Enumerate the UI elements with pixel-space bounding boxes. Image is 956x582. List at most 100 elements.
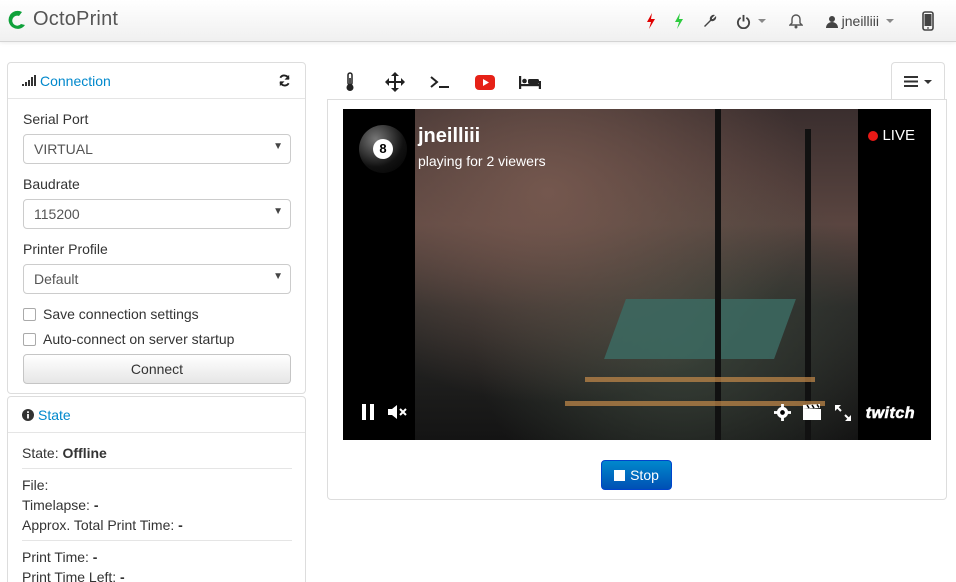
divider (22, 540, 292, 541)
save-settings-row[interactable]: Save connection settings (23, 306, 199, 322)
navbar: OctoPrint jneilliii (0, 0, 956, 42)
baudrate-select[interactable]: 115200 ▼ (23, 199, 291, 229)
pause-icon (362, 404, 374, 420)
settings-button[interactable] (693, 0, 727, 42)
pause-button[interactable] (361, 404, 375, 420)
power-red-indicator[interactable] (637, 0, 665, 42)
approx-time-label: Approx. Total Print Time: (22, 517, 175, 533)
baudrate-label: Baudrate (23, 176, 80, 192)
print-time-left-line: Print Time Left: - (22, 569, 125, 582)
timelapse-value: - (93, 497, 99, 513)
state-label: State: (22, 445, 59, 461)
printer-profile-label: Printer Profile (23, 241, 108, 257)
approx-time-line: Approx. Total Print Time: - (22, 517, 183, 533)
signal-icon (22, 75, 36, 86)
timelapse-label: Timelapse: (22, 497, 90, 513)
octoprint-logo-icon (8, 10, 25, 29)
printer-profile-select[interactable]: Default ▼ (23, 264, 291, 294)
fullscreen-button[interactable] (834, 404, 852, 422)
live-dot-icon (868, 130, 879, 141)
mute-button[interactable] (388, 404, 408, 420)
serial-port-label: Serial Port (23, 111, 89, 127)
system-menu[interactable] (727, 0, 775, 42)
serial-port-select[interactable]: VIRTUAL ▼ (23, 134, 291, 164)
brand[interactable]: OctoPrint (6, 8, 118, 31)
terminal-icon (430, 76, 449, 88)
refresh-icon[interactable] (278, 74, 291, 87)
chevron-down-icon (886, 19, 894, 23)
file-line: File: (22, 477, 48, 493)
state-header[interactable]: State (8, 397, 305, 433)
bolt-green-icon (674, 13, 683, 29)
dropdown-arrow-icon: ▼ (273, 141, 283, 152)
stop-stream-button[interactable]: Stop (601, 460, 672, 490)
print-time-label: Print Time: (22, 549, 89, 565)
tab-terminal[interactable] (418, 65, 462, 99)
tab-overflow-menu[interactable] (891, 62, 945, 100)
approx-time-value: - (178, 517, 183, 533)
state-value: Offline (62, 445, 107, 461)
save-settings-checkbox[interactable] (23, 307, 36, 321)
stream-player[interactable]: 8 jneilliii playing for 2 viewers LIVE t… (343, 109, 931, 440)
move-icon (385, 72, 405, 92)
hamburger-icon (904, 76, 918, 87)
clip-button[interactable] (803, 404, 821, 420)
stop-icon (614, 469, 626, 481)
baudrate-value: 115200 (34, 206, 80, 222)
serial-port-value: VIRTUAL (34, 141, 93, 157)
fullscreen-icon (835, 405, 851, 421)
chevron-down-icon (924, 79, 932, 84)
bell-icon (788, 13, 803, 28)
bolt-red-icon (646, 13, 655, 29)
thermometer-icon (346, 72, 354, 91)
timelapse-line: Timelapse: - (22, 497, 99, 513)
dropdown-arrow-icon: ▼ (273, 206, 283, 217)
connection-title: Connection (40, 72, 111, 89)
volume-muted-icon (388, 405, 407, 419)
file-label: File: (22, 477, 49, 493)
print-time-line: Print Time: - (22, 549, 97, 565)
avatar-number: 8 (373, 139, 393, 159)
user-menu[interactable]: jneilliii (817, 0, 908, 42)
tab-control[interactable] (373, 65, 417, 99)
connection-header[interactable]: Connection (8, 63, 305, 99)
divider (22, 468, 292, 469)
dropdown-arrow-icon: ▼ (273, 271, 283, 282)
info-icon (22, 408, 34, 421)
gear-icon (774, 404, 791, 421)
stop-label: Stop (630, 467, 659, 483)
wrench-icon (703, 14, 716, 27)
channel-avatar[interactable]: 8 (359, 125, 407, 173)
tab-youtube[interactable] (463, 65, 507, 99)
notifications-button[interactable] (775, 0, 817, 42)
settings-button[interactable] (774, 404, 791, 421)
mobile-view-button[interactable] (908, 0, 956, 42)
print-time-value: - (92, 549, 98, 565)
connect-button[interactable]: Connect (23, 354, 291, 384)
printer-profile-value: Default (34, 271, 79, 287)
twitch-logo[interactable]: twitch (865, 405, 915, 423)
clapperboard-icon (803, 404, 821, 420)
bed-icon (519, 76, 541, 89)
autoconnect-row[interactable]: Auto-connect on server startup (23, 331, 234, 347)
power-icon (736, 14, 750, 29)
save-settings-label: Save connection settings (43, 306, 199, 322)
power-green-indicator[interactable] (665, 0, 693, 42)
state-status-line: State: Offline (22, 445, 107, 461)
state-title: State (38, 406, 71, 423)
youtube-icon (475, 74, 495, 90)
tab-temperature[interactable] (328, 65, 372, 99)
channel-name[interactable]: jneilliii (418, 125, 480, 148)
username: jneilliii (841, 13, 879, 29)
chevron-down-icon (757, 19, 766, 23)
autoconnect-checkbox[interactable] (23, 332, 36, 346)
live-label: LIVE (882, 127, 915, 144)
user-icon (825, 15, 838, 28)
state-panel: State State: Offline File: Timelapse: - … (7, 396, 306, 582)
app-title: OctoPrint (33, 8, 119, 30)
connection-panel: Connection Serial Port VIRTUAL ▼ Baudrat… (7, 62, 306, 394)
tab-bed[interactable] (508, 65, 552, 99)
autoconnect-label: Auto-connect on server startup (43, 331, 235, 347)
print-time-left-value: - (120, 569, 125, 582)
viewer-count: playing for 2 viewers (418, 153, 546, 169)
